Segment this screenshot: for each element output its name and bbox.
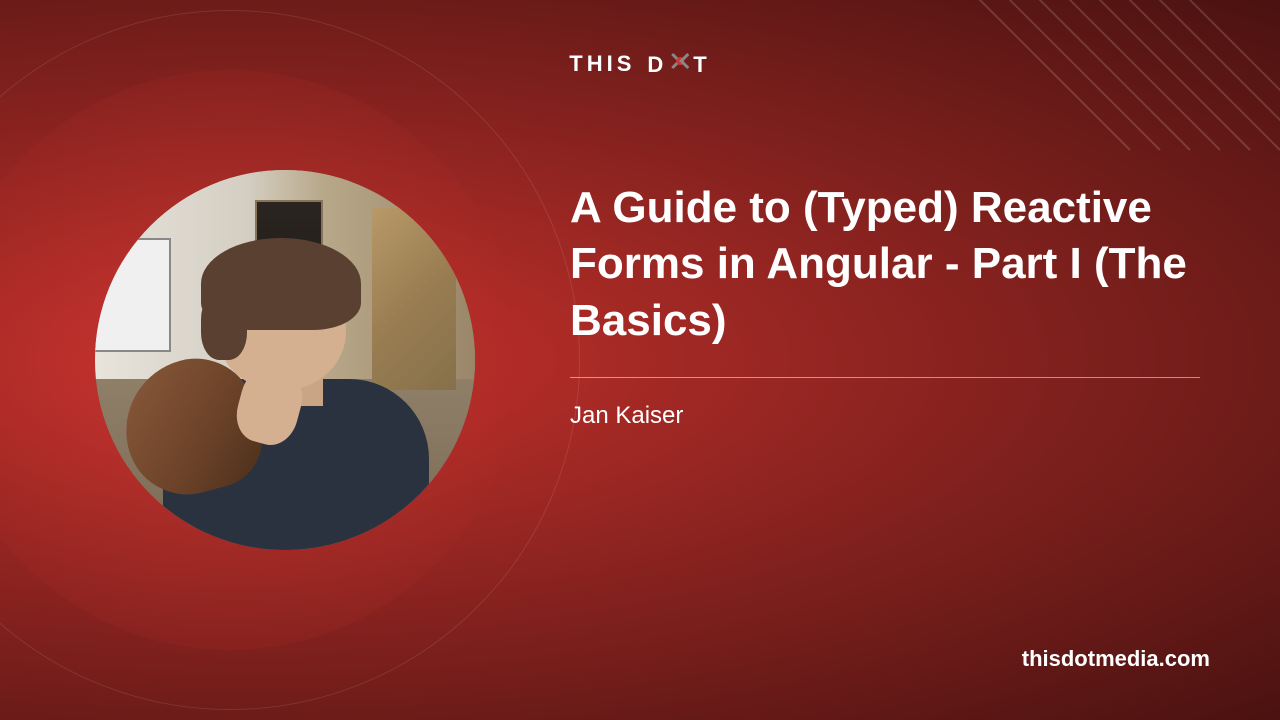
content-divider [570,377,1200,378]
logo-text-left: THIS [569,51,635,77]
author-avatar: ✱ ≈ ♡ ⋯⋯ ⋯♡ ⋯ [95,170,475,550]
article-title: A Guide to (Typed) Reactive Forms in Ang… [570,180,1200,349]
logo-text-t: T [693,52,710,77]
logo-text-d: D [647,52,667,77]
brand-logo: THIS D T [569,50,710,78]
article-author: Jan Kaiser [570,402,1200,430]
footer-website-url: thisdotmedia.com [1022,646,1210,672]
article-content: A Guide to (Typed) Reactive Forms in Ang… [570,180,1200,430]
logo-dot-icon [669,50,691,72]
